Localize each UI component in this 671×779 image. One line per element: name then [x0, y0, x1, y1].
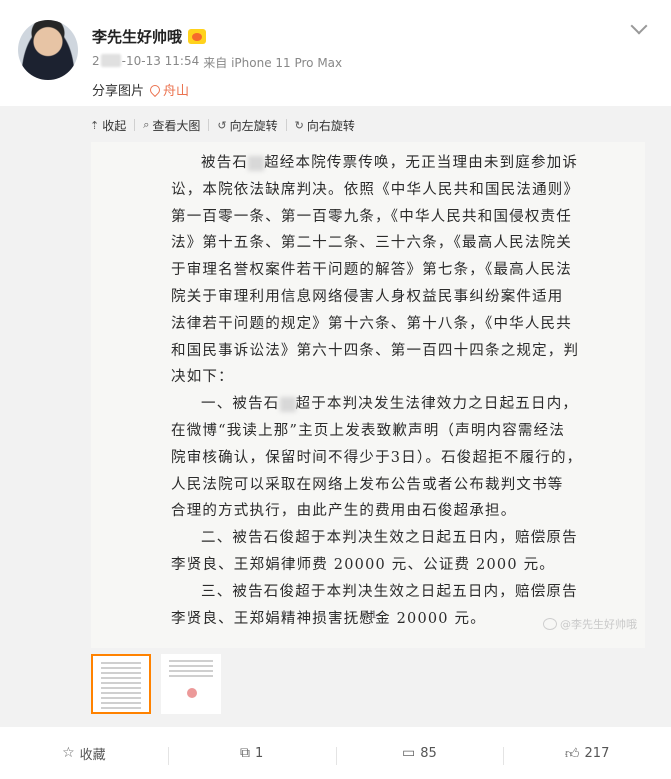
doc-line: 法律若干问题的规定》第十六条、第十八条，《中华人民共	[171, 315, 572, 332]
rotate-right-button[interactable]: ↻ 向右旋转	[287, 117, 363, 134]
thumbs-up-icon: 👍︎	[564, 745, 580, 762]
thumbnail-2[interactable]	[161, 654, 221, 714]
thumbnail-strip	[91, 654, 221, 714]
doc-line: 讼，本院依法缺席判决。依照《中华人民共和国民法通则》	[171, 181, 580, 198]
location-text[interactable]: 舟山	[163, 80, 189, 99]
weibo-logo-icon	[543, 618, 557, 630]
rotate-right-label: 向右旋转	[306, 118, 355, 133]
doc-line: 合理的方式执行，由此产生的费用由石俊超承担。	[171, 503, 517, 520]
repost-button[interactable]: ⧉ 1	[167, 745, 336, 765]
collapse-label: 收起	[102, 118, 127, 133]
doc-line: 院关于审理利用信息网络侵害人身权益民事纠纷案件适用	[171, 288, 564, 305]
star-icon: ☆	[62, 745, 75, 761]
doc-line: 院审核确认，保留时间不得少于3日）。石俊超拒不履行的，	[171, 449, 583, 466]
doc-line: 人民法院可以采取在网络上发布公告或者公布裁判文书等	[171, 476, 564, 493]
like-count: 217	[584, 745, 610, 761]
like-button[interactable]: 👍︎ 217	[503, 745, 671, 765]
post-source: 来自 iPhone 11 Pro Max	[203, 56, 343, 70]
doc-line: 三、被告石俊超于本判决生效之日起五日内，赔偿原告	[201, 583, 578, 600]
blurred-region	[248, 155, 265, 171]
username[interactable]: 李先生好帅哦	[92, 26, 207, 47]
rotate-left-button[interactable]: ↺ 向左旋转	[209, 117, 285, 134]
doc-line: 李贤良、王郑娟律师费 20000 元、公证费 2000 元。	[171, 556, 555, 573]
doc-line: 二、被告石俊超于本判决生效之日起五日内，赔偿原告	[201, 530, 578, 547]
rotate-right-icon: ↻	[294, 118, 304, 132]
document-text: 被告石 超经本院传票传唤，无正当理由未到庭参加诉 讼，本院依法缺席判决。依照《中华…	[171, 150, 583, 632]
doc-line: 法》第十五条、第二十二条、三十六条，《最高人民法院关	[171, 235, 572, 252]
repost-icon: ⧉	[239, 745, 250, 761]
vip-badge-icon	[188, 29, 207, 44]
share-label: 分享图片	[92, 84, 145, 99]
favorite-label: 收藏	[79, 747, 106, 763]
magnifier-icon: ⌕	[143, 118, 150, 131]
username-text[interactable]: 李先生好帅哦	[92, 26, 182, 47]
doc-line: 第一百零一条、第一百零九条，《中华人民共和国侵权责任	[171, 208, 572, 225]
thumbnail-text-lines	[101, 662, 141, 712]
avatar[interactable]	[18, 20, 78, 80]
comment-button[interactable]: ▭ 85	[335, 745, 504, 765]
page-number: -11-	[361, 610, 381, 621]
post-date-prefix: 2	[92, 54, 100, 68]
favorite-button[interactable]: ☆ 收藏	[0, 744, 168, 763]
thumbnail-1[interactable]	[91, 654, 151, 714]
collapse-button[interactable]: ⇡ 收起	[90, 117, 134, 134]
doc-line: 决如下：	[171, 369, 234, 386]
doc-line: 于审理名誉权案件若干问题的解答》第七条，《最高人民法	[171, 262, 572, 279]
document-image[interactable]: 被告石 超经本院传票传唤，无正当理由未到庭参加诉 讼，本院依法缺席判决。依照《中华…	[91, 142, 645, 648]
thumbnail-text-lines	[169, 660, 213, 680]
blurred-region	[100, 54, 121, 67]
watermark-text: @李先生好帅哦	[560, 618, 637, 631]
share-line: 分享图片 舟山	[92, 80, 189, 99]
comment-icon: ▭	[401, 745, 416, 761]
doc-line: 在微博“我读上那”主页上发表致歉声明（声明内容需经法	[171, 422, 566, 439]
stamp-mark	[187, 688, 197, 698]
view-large-button[interactable]: ⌕ 查看大图	[135, 117, 208, 134]
comment-count: 85	[420, 745, 437, 761]
chevron-down-icon[interactable]	[630, 17, 648, 35]
action-bar: ☆ 收藏 ⧉ 1 ▭ 85 👍︎ 217	[0, 727, 671, 779]
post-meta: 2 -10-13 11:54 来自 iPhone 11 Pro Max	[92, 54, 342, 71]
doc-line: 和国民事诉讼法》第六十四条、第一百四十四条之规定，判	[171, 342, 580, 359]
repost-count: 1	[254, 745, 264, 761]
arrow-up-icon: ⇡	[90, 118, 100, 132]
rotate-left-icon: ↺	[217, 118, 227, 132]
media-viewer: ⇡ 收起 ⌕ 查看大图 ↺ 向左旋转 ↻ 向右旋转 被告石 超经本院传票传唤，无正…	[0, 106, 671, 727]
doc-line: 一、被告石 超于本判决发生法律效力之日起五日内，	[201, 396, 579, 413]
location-link[interactable]: 舟山	[147, 80, 189, 99]
rotate-left-label: 向左旋转	[229, 118, 278, 133]
blurred-region	[279, 396, 296, 412]
post-date-suffix[interactable]: -10-13 11:54	[122, 54, 200, 71]
watermark: @李先生好帅哦	[543, 616, 637, 632]
view-large-label: 查看大图	[152, 118, 201, 133]
doc-line: 被告石 超经本院传票传唤，无正当理由未到庭参加诉	[201, 155, 579, 171]
location-pin-icon	[147, 82, 163, 97]
media-toolbar: ⇡ 收起 ⌕ 查看大图 ↺ 向左旋转 ↻ 向右旋转	[90, 114, 363, 136]
